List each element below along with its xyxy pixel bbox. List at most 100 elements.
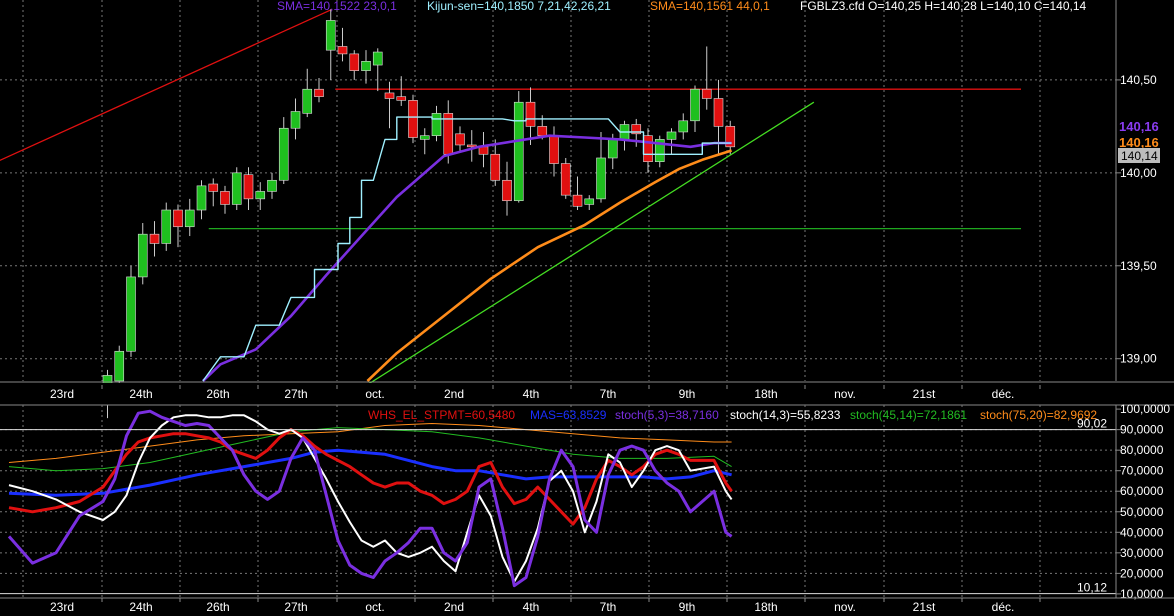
- date-label: 26th: [206, 387, 229, 401]
- candle-down: [349, 53, 360, 71]
- candle-down: [220, 191, 230, 205]
- date-label: nov.: [834, 600, 856, 614]
- candle-down: [384, 92, 395, 99]
- candle-up: [278, 127, 289, 181]
- osc-legend-label: stoch(75,20)=82,9692: [980, 408, 1097, 422]
- candle-up: [184, 209, 195, 228]
- candle-up: [325, 20, 336, 51]
- candle-up: [196, 185, 207, 211]
- osc-legend-label: MAS=63,8529: [530, 408, 607, 422]
- osc-level-label: 10,12: [1077, 581, 1107, 595]
- osc-tick-label: 20,0000: [1120, 566, 1164, 580]
- candle-down: [549, 135, 559, 164]
- date-label: 7th: [600, 600, 617, 614]
- candle-up: [431, 113, 442, 136]
- osc-legend-label: stoch(45,14)=72,1861: [850, 408, 967, 422]
- candle-up: [372, 51, 383, 66]
- price-tick-label: 140,00: [1120, 166, 1157, 180]
- date-label: 9th: [679, 387, 696, 401]
- osc-tick-label: 30,0000: [1120, 546, 1164, 560]
- candle-down: [243, 174, 254, 200]
- candle-down: [560, 163, 571, 196]
- candle-down: [173, 209, 183, 228]
- candle-down: [643, 135, 653, 162]
- sma23-label: SMA=140,1522 23,0,1: [277, 0, 397, 13]
- candle-down: [572, 194, 583, 207]
- date-label: 2nd: [444, 387, 464, 401]
- date-label: 23rd: [50, 387, 74, 401]
- candle-up: [678, 120, 689, 133]
- candle-up: [596, 157, 606, 200]
- date-label: 26th: [206, 600, 229, 614]
- candle-up: [114, 350, 125, 382]
- date-label: 24th: [129, 600, 152, 614]
- date-label: 23rd: [50, 600, 74, 614]
- candle-down: [337, 46, 348, 55]
- date-label: 24th: [129, 387, 152, 401]
- osc-tick-label: 100,0000: [1120, 402, 1170, 416]
- osc-tick-label: 90,0000: [1120, 423, 1164, 437]
- date-label: 4th: [523, 387, 540, 401]
- osc-tick-label: 10,0000: [1120, 587, 1164, 601]
- candle-up: [161, 209, 172, 244]
- osc-legend-label: stoch(14,3)=55,8233: [730, 408, 841, 422]
- candle-up: [267, 179, 277, 192]
- candle-down: [713, 98, 724, 127]
- date-label: 9th: [679, 600, 696, 614]
- date-label: 27th: [284, 600, 307, 614]
- chart-canvas: 140,50 140,00 139,50 139,00 SMA=140,1522 23…: [0, 0, 1174, 616]
- sma44-label: SMA=140,1561 44,0,1: [650, 0, 770, 13]
- candle-down: [490, 153, 501, 181]
- date-label: déc.: [992, 600, 1015, 614]
- date-label: 18th: [754, 387, 777, 401]
- candle-down: [701, 88, 712, 99]
- osc-tick-label: 70,0000: [1120, 464, 1164, 478]
- candle-up: [255, 191, 266, 200]
- price-tick-label: 139,00: [1120, 352, 1157, 366]
- candle-up: [290, 111, 301, 129]
- candle-up: [231, 172, 242, 205]
- osc-tick-label: 80,0000: [1120, 443, 1164, 457]
- candle-down: [478, 146, 489, 155]
- candle-down: [525, 101, 536, 127]
- candle-down: [396, 96, 407, 101]
- date-label: 2nd: [444, 600, 464, 614]
- date-label: 27th: [284, 387, 307, 401]
- candle-up: [126, 276, 136, 352]
- date-label: 21st: [913, 387, 936, 401]
- candle-up: [419, 135, 430, 140]
- candle-up: [137, 233, 148, 278]
- date-label: 21st: [913, 600, 936, 614]
- date-label: nov.: [834, 387, 856, 401]
- sma44-badge: 140,16: [1119, 135, 1159, 150]
- osc-tick-label: 50,0000: [1120, 505, 1164, 519]
- candle-up: [584, 198, 595, 205]
- candle-up: [666, 131, 677, 140]
- osc-tick-label: 60,0000: [1120, 484, 1164, 498]
- last-price-badge: 140,14: [1121, 149, 1158, 163]
- sma23-badge: 140,16: [1119, 119, 1159, 134]
- candle-up: [361, 61, 371, 71]
- date-label: oct.: [365, 600, 384, 614]
- date-label: oct.: [365, 387, 384, 401]
- candle-down: [408, 100, 418, 138]
- date-label: 18th: [754, 600, 777, 614]
- candle-down: [208, 183, 219, 192]
- date-label: déc.: [992, 387, 1015, 401]
- candle-down: [149, 233, 160, 244]
- candle-up: [690, 88, 700, 122]
- candle-down: [537, 126, 548, 136]
- candle-up: [513, 101, 524, 202]
- oscillator-legend: WHS_EL_STPMT=60,5480 MAS=63,8529 stoch(5,3…: [368, 408, 1097, 422]
- date-label: 7th: [600, 387, 617, 401]
- osc-legend-label: stoch(5,3)=38,7160: [615, 408, 719, 422]
- candle-down: [314, 88, 324, 97]
- osc-legend-label: WHS_EL_STPMT=60,5480: [368, 408, 515, 422]
- osc-tick-label: 40,0000: [1120, 525, 1164, 539]
- candle-down: [455, 133, 465, 146]
- price-badges: 140,16 140,16 140,14: [1118, 119, 1160, 163]
- candle-up: [302, 88, 313, 114]
- candle-up: [607, 139, 618, 159]
- price-tick-label: 139,50: [1120, 259, 1157, 273]
- price-tick-label: 140,50: [1120, 73, 1157, 87]
